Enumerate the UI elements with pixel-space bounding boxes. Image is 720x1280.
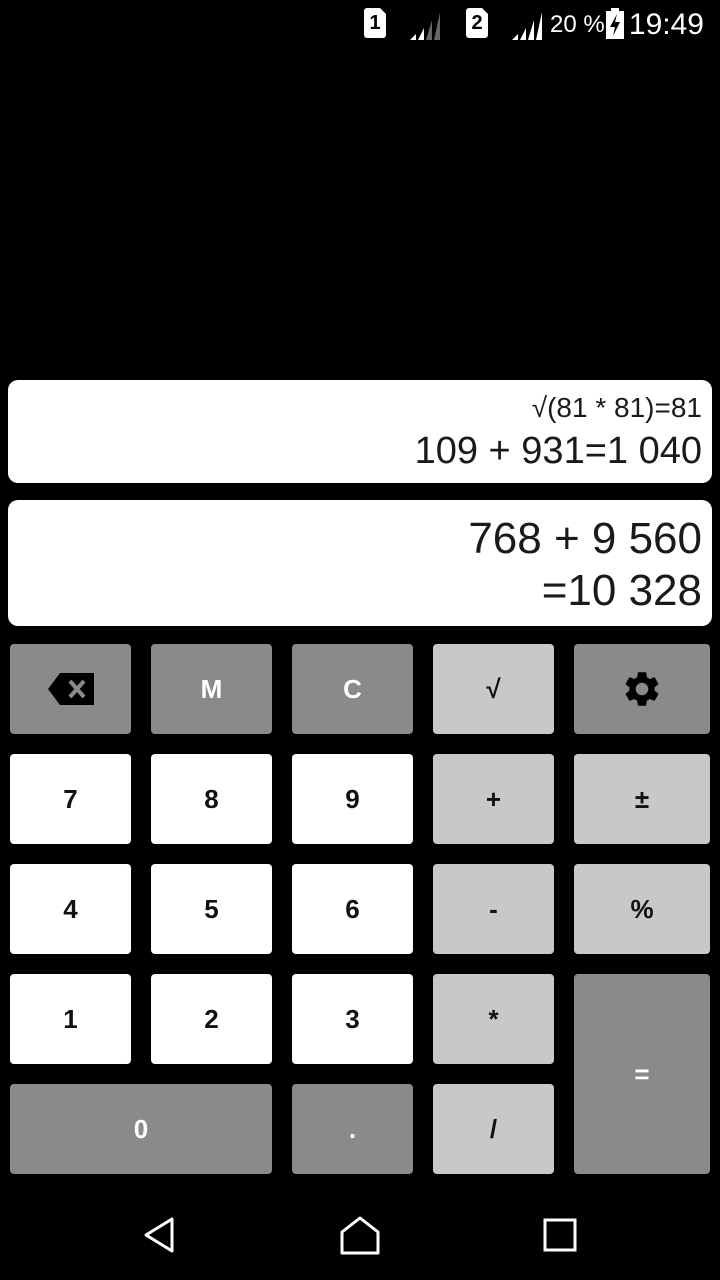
sim2-icon: 2	[466, 8, 488, 38]
digit-5-button[interactable]: 5	[151, 864, 272, 954]
expression-text: 768 + 9 560	[468, 514, 702, 563]
history-entry[interactable]: √(81 * 81)=81	[532, 392, 702, 424]
digit-4-button[interactable]: 4	[10, 864, 131, 954]
digit-6-button[interactable]: 6	[292, 864, 413, 954]
status-clock: 19:49	[628, 8, 704, 41]
battery-charging-icon	[606, 8, 624, 39]
back-button[interactable]	[135, 1210, 185, 1260]
sim1-icon: 1	[364, 8, 386, 38]
digit-3-button[interactable]: 3	[292, 974, 413, 1064]
signal-icon	[410, 12, 440, 40]
percent-button[interactable]: %	[574, 864, 710, 954]
plus-button[interactable]: +	[433, 754, 554, 844]
digit-0-button[interactable]: 0	[10, 1084, 272, 1174]
multiply-button[interactable]: *	[433, 974, 554, 1064]
equals-button[interactable]: =	[574, 974, 710, 1174]
result-text: =10 328	[541, 566, 702, 615]
home-button[interactable]	[335, 1210, 385, 1260]
main-display: 768 + 9 560 =10 328	[8, 500, 712, 626]
status-bar: 1 2 20 % 19:49	[0, 0, 720, 50]
calculator-screen: 1 2 20 % 19:49 √(81 * 81)=81 109 + 931=1…	[0, 0, 720, 1280]
history-entry[interactable]: 109 + 931=1 040	[415, 430, 702, 473]
minus-button[interactable]: -	[433, 864, 554, 954]
recents-icon	[543, 1218, 577, 1252]
settings-button[interactable]	[574, 644, 710, 734]
digit-7-button[interactable]: 7	[10, 754, 131, 844]
signal-icon	[512, 12, 542, 40]
digit-9-button[interactable]: 9	[292, 754, 413, 844]
divide-button[interactable]: /	[433, 1084, 554, 1174]
battery-percent: 20 %	[550, 11, 605, 38]
clear-button[interactable]: C	[292, 644, 413, 734]
digit-2-button[interactable]: 2	[151, 974, 272, 1064]
memory-button[interactable]: M	[151, 644, 272, 734]
navigation-bar	[0, 1190, 720, 1280]
backspace-icon	[47, 673, 94, 705]
recents-button[interactable]	[535, 1210, 585, 1260]
sqrt-button[interactable]: √	[433, 644, 554, 734]
digit-1-button[interactable]: 1	[10, 974, 131, 1064]
digit-8-button[interactable]: 8	[151, 754, 272, 844]
gear-icon	[625, 672, 659, 706]
back-icon	[144, 1217, 174, 1253]
plus-minus-button[interactable]: ±	[574, 754, 710, 844]
history-panel: √(81 * 81)=81 109 + 931=1 040	[8, 380, 712, 483]
backspace-button[interactable]	[10, 644, 131, 734]
home-icon	[340, 1216, 380, 1255]
decimal-point-button[interactable]: .	[292, 1084, 413, 1174]
